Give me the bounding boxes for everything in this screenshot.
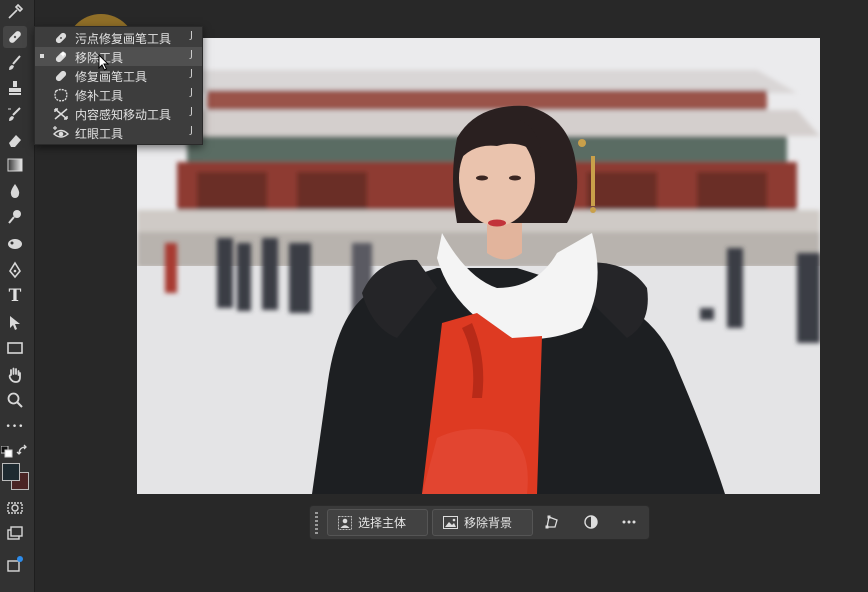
pen-icon [9,261,21,279]
brush-tool[interactable] [4,52,26,74]
more-tools[interactable]: ••• [4,416,26,438]
gradient-icon [7,158,23,172]
eraser-tool[interactable] [4,129,26,151]
drag-handle-icon[interactable] [315,512,318,534]
menu-item-red-eye[interactable]: 红眼工具 J [35,123,202,142]
default-colors-icon[interactable] [1,446,13,458]
menu-item-healing-brush[interactable]: 修复画笔工具 J [35,66,202,85]
photo-image [137,38,820,494]
brush-icon [9,55,21,70]
menu-item-patch-tool[interactable]: 修补工具 J [35,85,202,104]
foreground-color-swatch[interactable] [2,463,20,481]
zoom-tool[interactable] [4,389,26,411]
magnifier-icon [7,392,23,408]
rectangle-icon [7,342,23,354]
eraser-icon [9,135,21,147]
tools-panel: T ••• [0,0,35,592]
smudge-tool[interactable] [4,232,26,254]
select-subject-button[interactable]: 选择主体 [327,509,428,536]
remove-background-button[interactable]: 移除背景 [432,509,533,536]
share-icon [7,556,23,572]
history-brush-icon [8,107,21,121]
more-options-icon[interactable] [621,514,637,530]
arrow-icon [10,316,20,330]
history-brush-tool[interactable] [4,103,26,125]
quick-mask-icon [7,502,23,514]
remove-tool-icon [55,51,67,63]
spot-healing-brush-icon [55,32,67,44]
transform-icon[interactable] [544,514,560,530]
gradient-tool[interactable] [4,154,26,176]
image-icon [443,516,458,529]
screen-mode-icon [7,526,23,540]
path-selection-tool[interactable] [4,312,26,334]
adjustment-layer-icon[interactable] [583,514,599,530]
healing-brush-icon [55,70,67,82]
menu-item-spot-healing-brush[interactable]: 污点修复画笔工具 J [35,28,202,47]
mouse-cursor-icon [98,54,110,71]
red-eye-icon [53,126,69,138]
eyedropper-icon [8,3,24,19]
menu-item-remove-tool[interactable]: 移除工具 J [35,47,202,66]
active-tool-indicator [40,54,44,58]
hand-tool[interactable] [4,364,26,386]
dodge-tool[interactable] [4,206,26,228]
type-icon: T [8,286,22,306]
smudge-icon [8,239,22,249]
pen-tool[interactable] [4,259,26,281]
share-button[interactable] [4,553,26,575]
person-icon [338,515,352,530]
document-canvas[interactable] [137,38,820,494]
blur-tool[interactable] [4,180,26,202]
content-aware-move-icon [54,108,68,120]
type-tool[interactable]: T [4,285,26,307]
more-icon: ••• [5,422,25,432]
stamp-tool[interactable] [4,77,26,99]
drop-icon [10,184,20,198]
screen-mode-button[interactable] [4,523,26,545]
quick-mask-button[interactable] [4,497,26,519]
healing-tools-flyout: 污点修复画笔工具 J 移除工具 J 修复画笔工具 J 修补工具 J 内容感知移动… [34,26,203,145]
patch-tool-icon [54,88,68,102]
healing-tool[interactable] [3,26,27,48]
remove-background-label: 移除背景 [464,516,513,530]
rectangle-tool[interactable] [4,337,26,359]
eyedropper-tool[interactable] [4,1,26,23]
contextual-task-bar: 选择主体 移除背景 [309,505,650,540]
stamp-icon [9,81,21,95]
swap-colors-icon[interactable] [16,444,30,458]
menu-item-content-aware-move[interactable]: 内容感知移动工具 J [35,104,202,123]
bandage-icon [9,31,21,43]
dodge-icon [8,210,21,224]
hand-icon [8,367,21,383]
select-subject-label: 选择主体 [358,516,407,530]
